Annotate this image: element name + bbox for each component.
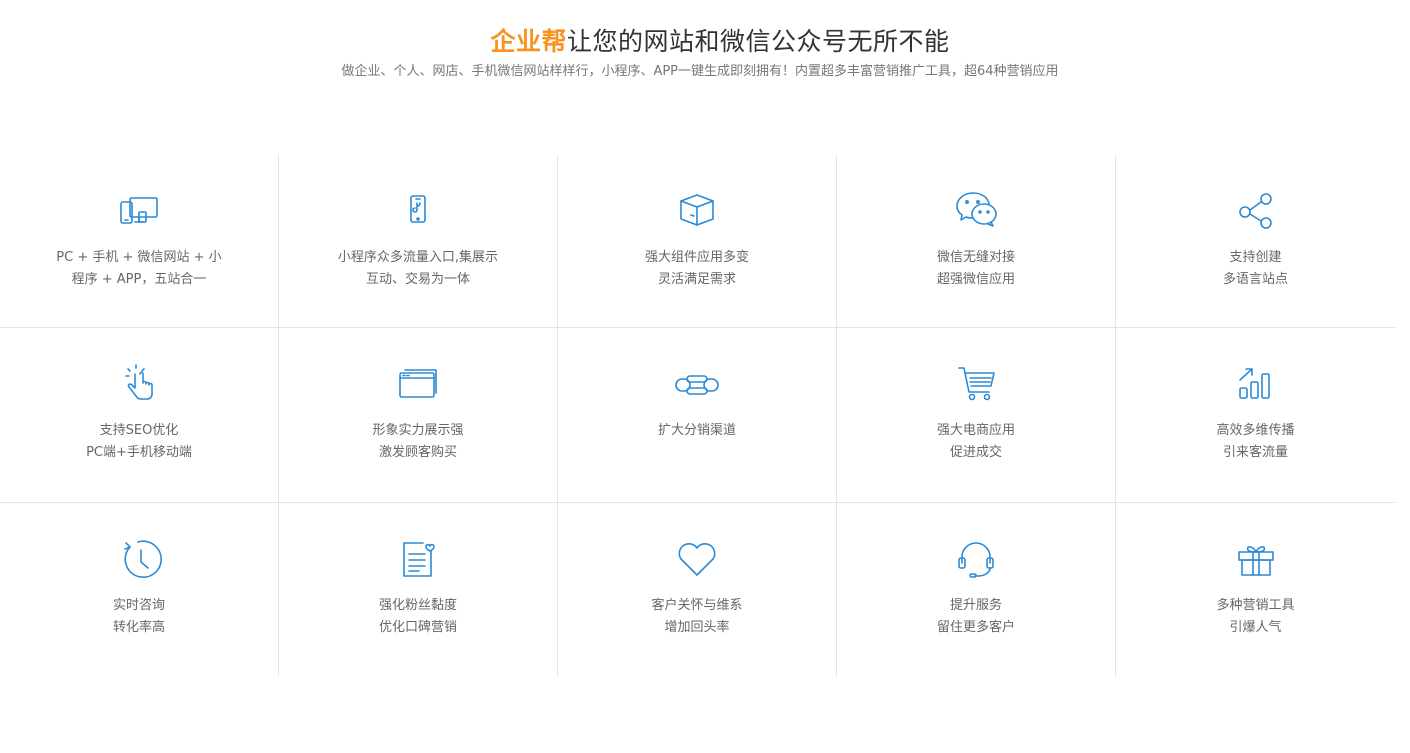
feature-cell-distribution[interactable]: 扩大分销渠道 [558,328,837,503]
chain-link-icon [671,362,723,408]
feature-cell-seo[interactable]: 支持SEO优化 PC端+手机移动端 [0,328,279,503]
feature-title: 支持SEO优化 [99,423,179,438]
feature-title: 强大电商应用 [936,423,1015,438]
page-title: 企业帮让您的网站和微信公众号无所不能 [0,24,1410,60]
feature-cell-marketing-tools[interactable]: 多种营销工具 引爆人气 [1116,503,1395,676]
share-icon [1230,189,1282,235]
feature-subtitle: 转化率高 [112,620,165,635]
feature-subtitle: 互动、交易为一体 [365,272,470,287]
feature-cell-propagation[interactable]: 高效多维传播 引来客流量 [1116,328,1395,503]
growth-chart-icon [1230,362,1282,408]
feature-title: 支持创建 [1229,250,1282,265]
feature-title: 扩大分销渠道 [657,423,736,438]
feature-title: 微信无缝对接 [936,250,1015,265]
brand-name: 企业帮 [490,27,567,56]
feature-cell-multi-site[interactable]: PC + 手机 + 微信网站 + 小 程序 + APP，五站合一 [0,155,279,328]
feature-title: 小程序众多流量入口,集展示 [337,250,499,265]
feature-title: 高效多维传播 [1216,423,1295,438]
feature-subtitle: 优化口碑营销 [378,620,457,635]
devices-icon [113,189,165,235]
feature-subtitle: 引爆人气 [1229,620,1282,635]
feature-subtitle: 引来客流量 [1222,445,1288,460]
feature-cell-mini-program[interactable]: 小程序众多流量入口,集展示 互动、交易为一体 [279,155,558,328]
feature-cell-fan-loyalty[interactable]: 强化粉丝黏度 优化口碑营销 [279,503,558,676]
feature-title: 强大组件应用多变 [644,250,749,265]
box-icon [671,189,723,235]
feature-subtitle: 增加回头率 [664,620,730,635]
headset-icon [950,537,1002,583]
feature-cell-consulting[interactable]: 实时咨询 转化率高 [0,503,279,676]
clock-icon [113,537,165,583]
feature-cell-components[interactable]: 强大组件应用多变 灵活满足需求 [558,155,837,328]
feature-title: 提升服务 [949,598,1002,613]
feature-title: 多种营销工具 [1216,598,1295,613]
feature-grid: PC + 手机 + 微信网站 + 小 程序 + APP，五站合一 小程序众多流量… [0,155,1395,676]
feature-subtitle: 多语言站点 [1222,272,1288,287]
feature-cell-ecommerce[interactable]: 强大电商应用 促进成交 [837,328,1116,503]
feature-subtitle: 灵活满足需求 [657,272,736,287]
heart-icon [671,537,723,583]
shopping-cart-icon [950,362,1002,408]
feature-cell-service[interactable]: 提升服务 留住更多客户 [837,503,1116,676]
feature-subtitle: 超强微信应用 [936,272,1015,287]
feature-subtitle: 留住更多客户 [936,620,1015,635]
page-subtitle: 做企业、个人、网店、手机微信网站样样行，小程序、APP一键生成即刻拥有！内置超多… [341,64,1059,79]
page: 企业帮让您的网站和微信公众号无所不能 做企业、个人、网店、手机微信网站样样行，小… [0,0,1410,753]
feature-title: 形象实力展示强 [372,423,464,438]
mini-program-phone-icon [392,189,444,235]
feature-cell-brand-display[interactable]: 形象实力展示强 激发顾客购买 [279,328,558,503]
feature-cell-multilingual[interactable]: 支持创建 多语言站点 [1116,155,1395,328]
feature-cell-customer-care[interactable]: 客户关怀与维系 增加回头率 [558,503,837,676]
feature-subtitle: 激发顾客购买 [378,445,457,460]
wechat-icon [950,189,1002,235]
feature-subtitle: 促进成交 [949,445,1002,460]
feature-subtitle: PC端+手机移动端 [86,445,192,460]
click-hand-icon [113,362,165,408]
feature-cell-wechat[interactable]: 微信无缝对接 超强微信应用 [837,155,1116,328]
browser-windows-icon [392,362,444,408]
title-text: 让您的网站和微信公众号无所不能 [567,27,950,56]
feature-title: 强化粉丝黏度 [378,598,457,613]
feature-title: PC + 手机 + 微信网站 + 小 [56,250,222,265]
gift-icon [1230,537,1282,583]
feature-title: 实时咨询 [112,598,165,613]
feature-subtitle: 程序 + APP，五站合一 [71,272,207,287]
feature-title: 客户关怀与维系 [651,598,743,613]
document-heart-icon [392,537,444,583]
